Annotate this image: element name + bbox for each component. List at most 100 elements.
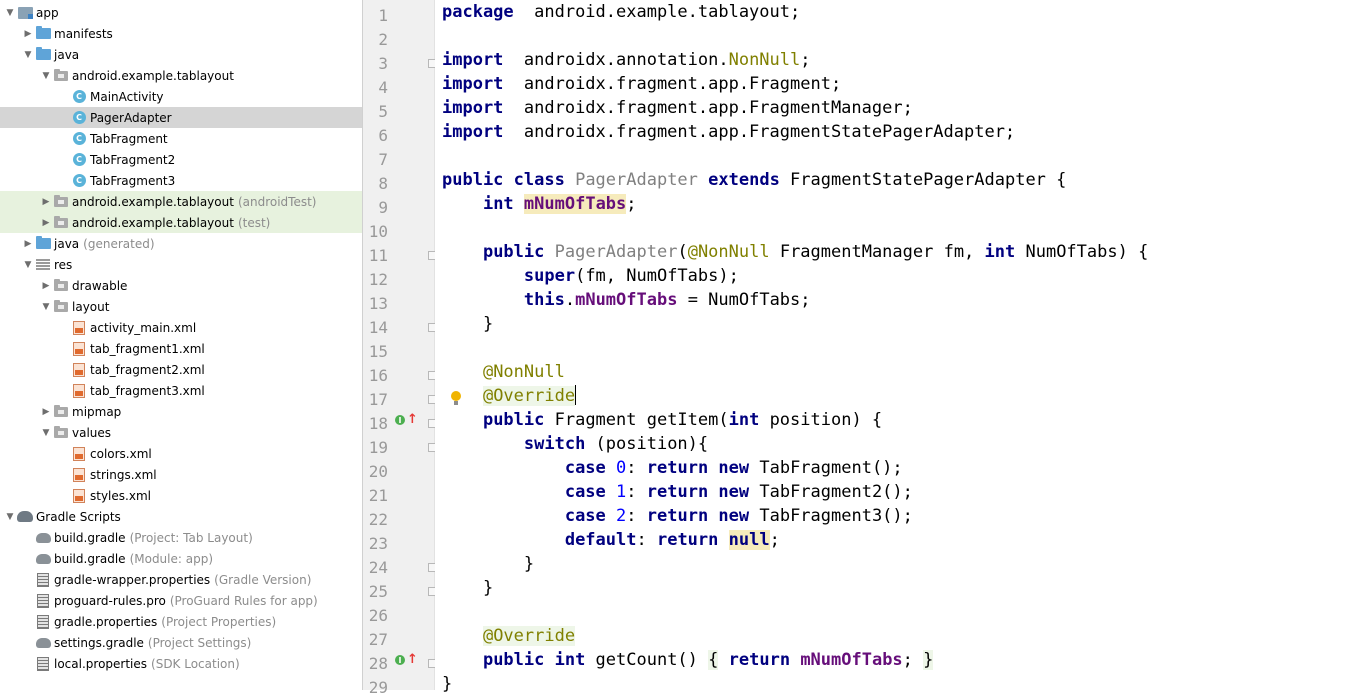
- tree-item[interactable]: ▶ android.example.tablayout (androidTest): [0, 191, 362, 212]
- package-icon: [53, 404, 69, 420]
- tree-arrow-spacer: [22, 569, 34, 590]
- code-line[interactable]: case 2: return new TabFragment3();: [442, 504, 913, 528]
- tree-item[interactable]: ▶ java (generated): [0, 233, 362, 254]
- collapse-arrow-icon[interactable]: ▶: [40, 401, 52, 422]
- code-line[interactable]: import androidx.fragment.app.FragmentMan…: [442, 96, 913, 120]
- tree-item[interactable]: proguard-rules.pro (ProGuard Rules for ap…: [0, 590, 362, 611]
- tree-item[interactable]: strings.xml: [0, 464, 362, 485]
- code-token: package: [442, 2, 514, 22]
- code-token: PagerAdapter: [575, 170, 698, 190]
- collapse-arrow-icon[interactable]: ▶: [22, 233, 34, 254]
- tree-item[interactable]: C MainActivity: [0, 86, 362, 107]
- tree-item[interactable]: build.gradle (Project: Tab Layout): [0, 527, 362, 548]
- code-line[interactable]: public Fragment getItem(int position) {: [442, 408, 882, 432]
- tree-item[interactable]: local.properties (SDK Location): [0, 653, 362, 674]
- tree-item[interactable]: C TabFragment2: [0, 149, 362, 170]
- code-token: androidx.fragment.app.FragmentManager;: [503, 98, 913, 118]
- folder-blue-icon: [35, 47, 51, 63]
- tree-item[interactable]: styles.xml: [0, 485, 362, 506]
- properties-file-icon: [35, 614, 51, 630]
- tree-item-label: android.example.tablayout: [72, 194, 234, 209]
- line-number: 11: [368, 246, 388, 265]
- code-line[interactable]: case 0: return new TabFragment();: [442, 456, 903, 480]
- code-line[interactable]: case 1: return new TabFragment2();: [442, 480, 913, 504]
- collapse-arrow-icon[interactable]: ▶: [22, 23, 34, 44]
- tree-item[interactable]: gradle.properties (Project Properties): [0, 611, 362, 632]
- implements-method-icon[interactable]: I ↑: [395, 413, 418, 427]
- code-token: switch: [523, 434, 586, 454]
- code-line[interactable]: import androidx.fragment.app.Fragment;: [442, 72, 841, 96]
- expand-arrow-icon[interactable]: ▼: [40, 422, 52, 443]
- expand-arrow-icon[interactable]: ▼: [40, 65, 52, 86]
- line-number: 19: [368, 438, 388, 457]
- code-token: case: [564, 458, 606, 478]
- tree-item[interactable]: ▼ Gradle Scripts: [0, 506, 362, 527]
- tree-item[interactable]: tab_fragment3.xml: [0, 380, 362, 401]
- intention-bulb-icon[interactable]: [449, 390, 463, 408]
- collapse-arrow-icon[interactable]: ▶: [40, 191, 52, 212]
- tree-item[interactable]: ▼ layout: [0, 296, 362, 317]
- tree-item-label: activity_main.xml: [90, 320, 197, 335]
- tree-item[interactable]: gradle-wrapper.properties (Gradle Version…: [0, 569, 362, 590]
- expand-arrow-icon[interactable]: ▼: [4, 506, 16, 527]
- expand-arrow-icon[interactable]: ▼: [22, 254, 34, 275]
- tree-item[interactable]: tab_fragment2.xml: [0, 359, 362, 380]
- tree-item[interactable]: ▼ android.example.tablayout: [0, 65, 362, 86]
- code-line[interactable]: package android.example.tablayout;: [442, 0, 800, 24]
- tree-item[interactable]: ▼ java: [0, 44, 362, 65]
- expand-arrow-icon[interactable]: ▼: [22, 44, 34, 65]
- code-line[interactable]: public int getCount() { return mNumOfTab…: [442, 648, 934, 672]
- code-line[interactable]: }: [442, 312, 493, 336]
- code-line[interactable]: import androidx.fragment.app.FragmentSta…: [442, 120, 1015, 144]
- code-line[interactable]: int mNumOfTabs;: [442, 192, 637, 216]
- tree-item[interactable]: colors.xml: [0, 443, 362, 464]
- implements-badge: I: [395, 415, 405, 425]
- code-line[interactable]: public class PagerAdapter extends Fragme…: [442, 168, 1066, 192]
- tree-item-label: mipmap: [72, 404, 122, 419]
- app-module-icon-shape: [17, 6, 33, 19]
- implements-badge: I: [395, 655, 405, 665]
- tree-item[interactable]: ▶ drawable: [0, 275, 362, 296]
- properties-file-icon-shape: [37, 572, 49, 587]
- code-line[interactable]: super(fm, NumOfTabs);: [442, 264, 739, 288]
- collapse-arrow-icon[interactable]: ▶: [40, 212, 52, 233]
- tree-item[interactable]: C PagerAdapter: [0, 107, 362, 128]
- tree-item-secondary-label: (Project Properties): [161, 614, 277, 629]
- code-line[interactable]: import androidx.annotation.NonNull;: [442, 48, 811, 72]
- xml-file-icon: [71, 488, 87, 504]
- tree-item[interactable]: tab_fragment1.xml: [0, 338, 362, 359]
- collapse-arrow-icon[interactable]: ▶: [40, 275, 52, 296]
- tree-item[interactable]: settings.gradle (Project Settings): [0, 632, 362, 653]
- code-token: import: [442, 98, 504, 118]
- tree-item[interactable]: ▼ res: [0, 254, 362, 275]
- code-line[interactable]: }: [442, 552, 534, 576]
- tree-item[interactable]: build.gradle (Module: app): [0, 548, 362, 569]
- implements-method-icon[interactable]: I ↑: [395, 653, 418, 667]
- code-token: @Override: [482, 626, 576, 646]
- code-line[interactable]: public PagerAdapter(@NonNull FragmentMan…: [442, 240, 1148, 264]
- tree-item[interactable]: C TabFragment3: [0, 170, 362, 191]
- code-line[interactable]: switch (position){: [442, 432, 708, 456]
- tree-item[interactable]: ▶ android.example.tablayout (test): [0, 212, 362, 233]
- code-line[interactable]: default: return null;: [442, 528, 780, 552]
- tree-item[interactable]: ▶ mipmap: [0, 401, 362, 422]
- code-line[interactable]: }: [442, 576, 493, 600]
- code-line[interactable]: @NonNull: [442, 360, 565, 384]
- tree-item-label: java: [54, 47, 80, 62]
- expand-arrow-icon[interactable]: ▼: [40, 296, 52, 317]
- code-token: super: [523, 266, 576, 286]
- tree-item[interactable]: ▶ manifests: [0, 23, 362, 44]
- expand-arrow-icon[interactable]: ▼: [4, 2, 16, 23]
- code-editor[interactable]: package android.example.tablayout; import…: [435, 0, 1362, 694]
- code-line[interactable]: @Override: [442, 624, 576, 648]
- tree-item[interactable]: ▼ app: [0, 2, 362, 23]
- tree-item[interactable]: activity_main.xml: [0, 317, 362, 338]
- code-line[interactable]: this.mNumOfTabs = NumOfTabs;: [442, 288, 811, 312]
- tree-item[interactable]: C TabFragment: [0, 128, 362, 149]
- code-line[interactable]: }: [442, 672, 452, 696]
- res-folder-icon: [35, 257, 51, 273]
- tree-item[interactable]: ▼ values: [0, 422, 362, 443]
- app-module-icon: [17, 5, 33, 21]
